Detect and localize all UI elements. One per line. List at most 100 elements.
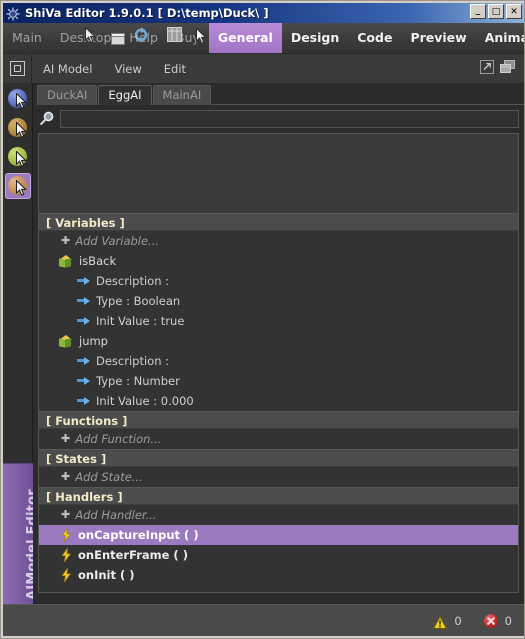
arrow-icon	[77, 356, 90, 366]
plus-icon: ✚	[61, 508, 71, 521]
tree-row-jump-type[interactable]: Type : Number	[39, 371, 518, 391]
section-header-states: [ States ]	[39, 449, 518, 467]
tree-empty-area	[39, 134, 518, 213]
shiva-sun-icon	[6, 6, 20, 21]
tree-row-label: Description :	[96, 274, 170, 288]
tree-row-handler-oninit[interactable]: onInit ( )	[39, 565, 518, 585]
minimize-icon: _	[475, 6, 481, 16]
rail-icon-gold[interactable]	[5, 115, 31, 141]
search-input[interactable]	[60, 110, 519, 128]
ai-model-tree[interactable]: [ Variables ] ✚ Add Variable... isBack D…	[38, 133, 519, 593]
tree-row-add-function[interactable]: ✚ Add Function...	[39, 429, 518, 449]
tree-row-label: isBack	[79, 254, 117, 268]
tree-row-label: Add Handler...	[75, 508, 157, 522]
magnifier-icon	[38, 110, 60, 128]
close-icon: ✕	[510, 6, 518, 17]
tree-row-label: onInit ( )	[78, 568, 135, 582]
tree-row-label: Add State...	[75, 470, 143, 484]
tree-row-label: Description :	[96, 354, 170, 368]
warning-count: 0	[454, 613, 462, 628]
tab-duckai[interactable]: DuckAI	[37, 85, 98, 105]
section-header-functions: [ Functions ]	[39, 411, 518, 429]
tab-eggai[interactable]: EggAI	[98, 85, 152, 105]
popout-window-icon[interactable]	[480, 59, 494, 78]
status-errors[interactable]: 0	[483, 613, 512, 628]
tree-row-jump-description[interactable]: Description :	[39, 351, 518, 371]
menu-item-help[interactable]: Help	[120, 23, 167, 53]
plus-icon: ✚	[61, 432, 71, 445]
rail-icon-blue[interactable]	[5, 86, 31, 112]
arrow-icon	[77, 376, 90, 386]
tree-row-handler-oncaptureinput[interactable]: onCaptureInput ( )	[39, 525, 518, 545]
menu-item-preview[interactable]: Preview	[401, 23, 475, 53]
maximize-icon: □	[491, 6, 501, 17]
status-warnings[interactable]: 0	[433, 613, 462, 629]
arrow-icon	[77, 276, 90, 286]
shiva-editor-window: ShiVa Editor 1.9.0.1 [ D:\temp\Duck\ ] _…	[0, 0, 525, 639]
plus-icon: ✚	[61, 470, 71, 483]
menu-item-code[interactable]: Code	[348, 23, 401, 53]
menu-item-main[interactable]: Main	[3, 23, 51, 53]
status-bar: 0 0	[3, 604, 524, 636]
tree-row-isback-init-value[interactable]: Init Value : true	[39, 311, 518, 331]
toolbar-menu-ai-model[interactable]: AI Model	[32, 54, 103, 84]
tree-row-label: Type : Number	[96, 374, 180, 388]
menu-item-buy[interactable]: Buy	[167, 23, 209, 53]
toolbar-right-icons	[480, 59, 524, 78]
tree-row-label: Type : Boolean	[96, 294, 181, 308]
variable-cube-icon	[58, 334, 73, 348]
module-toolbar: AI Model View Edit	[3, 53, 524, 83]
rail-icon-green[interactable]	[5, 144, 31, 170]
plus-icon: ✚	[61, 234, 71, 247]
tree-row-add-state[interactable]: ✚ Add State...	[39, 467, 518, 487]
close-button[interactable]: ✕	[506, 4, 522, 19]
arrow-icon	[77, 296, 90, 306]
section-header-handlers: [ Handlers ]	[39, 487, 518, 505]
module-vertical-label: AIModel Editor	[3, 463, 40, 604]
main-menu-bar: Main Desktop Help Buy General Design Cod…	[3, 23, 524, 53]
tree-row-label: Add Function...	[75, 432, 162, 446]
tree-row-label: Init Value : 0.000	[96, 394, 194, 408]
cascade-windows-icon[interactable]	[500, 59, 515, 78]
tree-row-isback-type[interactable]: Type : Boolean	[39, 291, 518, 311]
title-bar[interactable]: ShiVa Editor 1.9.0.1 [ D:\temp\Duck\ ] _…	[3, 3, 524, 23]
minimize-button[interactable]: _	[470, 4, 486, 19]
ai-model-panel: DuckAI EggAI MainAI [ Variables ] ✚ Add …	[33, 83, 524, 604]
ai-model-tab-strip: DuckAI EggAI MainAI	[33, 83, 524, 105]
tab-strip-filler	[212, 103, 524, 105]
lightning-bolt-icon	[61, 568, 72, 582]
tree-row-label: onEnterFrame ( )	[78, 548, 188, 562]
lightning-bolt-icon	[61, 528, 72, 542]
rail-icon-orange-selected[interactable]	[4, 173, 31, 199]
lightning-bolt-icon	[61, 548, 72, 562]
variable-cube-icon	[58, 254, 73, 268]
tree-row-variable-jump[interactable]: jump	[39, 331, 518, 351]
tree-row-label: onCaptureInput ( )	[78, 528, 199, 542]
menu-item-animation[interactable]: Animation	[476, 23, 524, 53]
search-row	[38, 109, 519, 129]
tree-row-variable-isback[interactable]: isBack	[39, 251, 518, 271]
tab-mainai[interactable]: MainAI	[152, 85, 212, 105]
tree-row-handler-onenterframe[interactable]: onEnterFrame ( )	[39, 545, 518, 565]
tree-row-label: Add Variable...	[75, 234, 160, 248]
arrow-icon	[77, 316, 90, 326]
warning-triangle-icon	[433, 614, 448, 629]
error-count: 0	[504, 613, 512, 628]
menu-item-general[interactable]: General	[208, 23, 282, 53]
menu-item-desktop[interactable]: Desktop	[51, 23, 121, 53]
menu-item-design[interactable]: Design	[282, 23, 348, 53]
toolbar-menu-view[interactable]: View	[103, 54, 152, 84]
tree-row-label: Init Value : true	[96, 314, 185, 328]
tree-row-jump-init-value[interactable]: Init Value : 0.000	[39, 391, 518, 411]
section-header-variables: [ Variables ]	[39, 213, 518, 231]
arrow-icon	[77, 396, 90, 406]
error-circle-icon	[483, 613, 498, 628]
tree-row-isback-description[interactable]: Description :	[39, 271, 518, 291]
maximize-button[interactable]: □	[488, 4, 504, 19]
module-square-icon[interactable]	[3, 54, 32, 83]
tree-row-add-variable[interactable]: ✚ Add Variable...	[39, 231, 518, 251]
window-controls: _ □ ✕	[470, 4, 522, 19]
tree-row-label: jump	[79, 334, 108, 348]
tree-row-add-handler[interactable]: ✚ Add Handler...	[39, 505, 518, 525]
toolbar-menu-edit[interactable]: Edit	[153, 54, 197, 84]
